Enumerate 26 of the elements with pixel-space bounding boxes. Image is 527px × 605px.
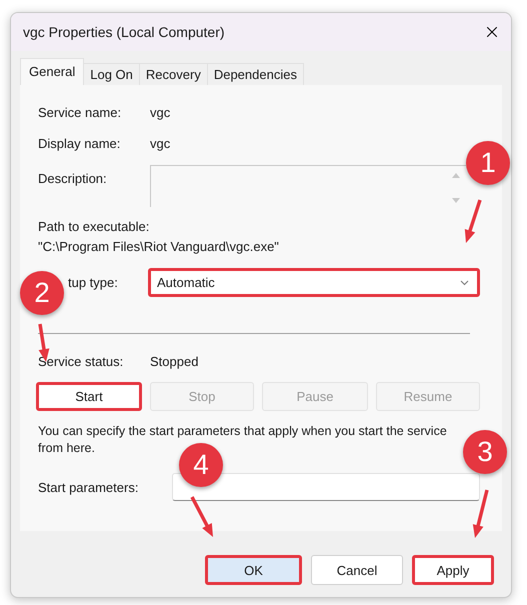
service-status-value: Stopped xyxy=(150,354,198,369)
dialog-button[interactable]: Cancel xyxy=(311,555,403,585)
field-label: tup type: xyxy=(67,275,119,290)
arrow xyxy=(472,490,489,538)
dialog-button[interactable]: OK xyxy=(205,555,302,585)
field-label: Description: xyxy=(38,170,108,186)
display-name-value: vgc xyxy=(150,136,170,151)
tab[interactable]: General xyxy=(20,58,84,85)
field-label: Path to executable: xyxy=(38,219,150,234)
window-title: vgc Properties (Local Computer) xyxy=(23,24,225,40)
field-label: Service name: xyxy=(38,105,122,120)
service-name-value: vgc xyxy=(150,105,170,120)
tab[interactable]: Log On xyxy=(83,63,140,85)
startup-type-dropdown[interactable]: Automatic xyxy=(148,268,480,297)
path-value: "C:\Program Files\Riot Vanguard\vgc.exe" xyxy=(38,239,280,254)
arrow xyxy=(190,496,213,537)
field-label: Start parameters: xyxy=(38,480,140,494)
tab[interactable]: Dependencies xyxy=(206,63,304,85)
dialog-button[interactable]: Apply xyxy=(412,555,494,585)
field-label: Display name: xyxy=(38,136,122,151)
start-parameters-field[interactable] xyxy=(172,473,480,501)
service-control-button[interactable]: Start xyxy=(36,382,142,411)
chevron-down-icon xyxy=(460,280,469,286)
tab[interactable]: Recovery xyxy=(138,63,208,85)
arrow xyxy=(464,199,482,243)
field-label: Service status: xyxy=(38,354,124,369)
